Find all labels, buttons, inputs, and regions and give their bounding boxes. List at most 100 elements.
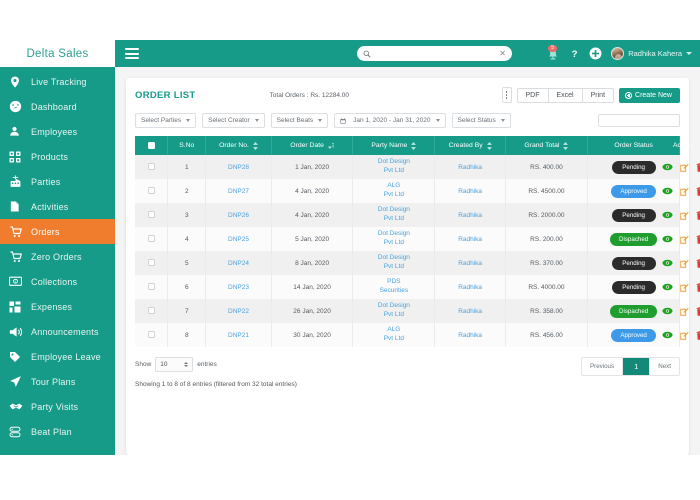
edit-button[interactable] xyxy=(680,211,689,220)
export-pdf-button[interactable]: PDF xyxy=(518,89,549,102)
select-status-dropdown[interactable]: Select Status xyxy=(452,113,511,128)
table-row[interactable]: 1DNP281 Jan, 2020Dot DesignPvt LtdRadhik… xyxy=(135,155,680,179)
select-parties-dropdown[interactable]: Select Parties xyxy=(135,113,196,128)
cell-created-by[interactable]: Radhika xyxy=(435,203,506,227)
delete-button[interactable] xyxy=(696,259,700,268)
cell-party-name[interactable]: PDSSecurities xyxy=(353,275,435,299)
cell-party-name[interactable]: Dot DesignPvt Ltd xyxy=(353,203,435,227)
delete-button[interactable] xyxy=(696,235,700,244)
cell-order-no[interactable]: DNP23 xyxy=(206,275,271,299)
clear-search-icon[interactable]: ✕ xyxy=(499,50,506,58)
delete-button[interactable] xyxy=(696,283,700,292)
sidebar-item-products[interactable]: Products xyxy=(0,144,115,169)
edit-button[interactable] xyxy=(680,331,689,340)
col-created-by[interactable]: Created By xyxy=(435,136,506,155)
cell-order-no[interactable]: DNP21 xyxy=(206,323,271,347)
cell-created-by[interactable]: Radhika xyxy=(435,275,506,299)
sidebar-item-collections[interactable]: 1Collections xyxy=(0,269,115,294)
sidebar-item-beat-plan[interactable]: Beat Plan xyxy=(0,419,115,444)
cell-order-no[interactable]: DNP27 xyxy=(206,179,271,203)
pagination-previous[interactable]: Previous xyxy=(582,358,623,375)
select-beats-dropdown[interactable]: Select Beats xyxy=(271,113,329,128)
delete-button[interactable] xyxy=(696,163,700,172)
sidebar-item-zero-orders[interactable]: Zero Orders xyxy=(0,244,115,269)
sidebar-item-dashboard[interactable]: Dashboard xyxy=(0,94,115,119)
col-select-all[interactable] xyxy=(135,136,168,155)
view-button[interactable] xyxy=(662,259,673,267)
cell-created-by[interactable]: Radhika xyxy=(435,323,506,347)
table-row[interactable]: 3DNP264 Jan, 2020Dot DesignPvt LtdRadhik… xyxy=(135,203,680,227)
sidebar-item-activities[interactable]: Activities xyxy=(0,194,115,219)
delete-button[interactable] xyxy=(696,187,700,196)
global-search[interactable]: ✕ xyxy=(357,46,512,61)
table-row[interactable]: 8DNP2130 Jan, 2020ALGPvt LtdRadhikaRS. 4… xyxy=(135,323,680,347)
create-new-button[interactable]: Create New xyxy=(619,88,680,103)
edit-button[interactable] xyxy=(680,163,689,172)
view-button[interactable] xyxy=(662,235,673,243)
col-grand-total[interactable]: Grand Total xyxy=(506,136,588,155)
row-checkbox[interactable] xyxy=(148,331,155,338)
row-checkbox-cell[interactable] xyxy=(135,323,168,347)
cell-order-no[interactable]: DNP26 xyxy=(206,203,271,227)
row-checkbox[interactable] xyxy=(148,283,155,290)
row-checkbox-cell[interactable] xyxy=(135,203,168,227)
row-checkbox-cell[interactable] xyxy=(135,275,168,299)
row-checkbox[interactable] xyxy=(148,163,155,170)
sidebar-item-expenses[interactable]: Expenses xyxy=(0,294,115,319)
edit-button[interactable] xyxy=(680,235,689,244)
sidebar-item-tour-plans[interactable]: Tour Plans xyxy=(0,369,115,394)
sidebar-item-employee-leave[interactable]: Employee Leave xyxy=(0,344,115,369)
col-party-name[interactable]: Party Name xyxy=(353,136,435,155)
cell-party-name[interactable]: Dot DesignPvt Ltd xyxy=(353,155,435,179)
row-checkbox-cell[interactable] xyxy=(135,155,168,179)
cell-party-name[interactable]: Dot DesignPvt Ltd xyxy=(353,299,435,323)
view-button[interactable] xyxy=(662,331,673,339)
sidebar-item-live-tracking[interactable]: Live Tracking xyxy=(0,69,115,94)
cell-created-by[interactable]: Radhika xyxy=(435,251,506,275)
print-button[interactable]: Print xyxy=(583,89,613,102)
row-checkbox[interactable] xyxy=(148,259,155,266)
cell-party-name[interactable]: ALGPvt Ltd xyxy=(353,323,435,347)
edit-button[interactable] xyxy=(680,283,689,292)
export-excel-button[interactable]: Excel xyxy=(549,89,583,102)
cell-order-no[interactable]: DNP28 xyxy=(206,155,271,179)
delete-button[interactable] xyxy=(696,307,700,316)
delete-button[interactable] xyxy=(696,211,700,220)
brand-logo[interactable]: Delta Sales xyxy=(0,40,115,67)
cell-order-no[interactable]: DNP24 xyxy=(206,251,271,275)
edit-button[interactable] xyxy=(680,187,689,196)
sidebar-item-parties[interactable]: Parties xyxy=(0,169,115,194)
sidebar-item-employees[interactable]: Employees xyxy=(0,119,115,144)
col-order-date[interactable]: Order Date xyxy=(271,136,353,155)
table-row[interactable]: 4DNP255 Jan, 2020Dot DesignPvt LtdRadhik… xyxy=(135,227,680,251)
select-all-checkbox[interactable] xyxy=(148,142,155,149)
hamburger-icon[interactable] xyxy=(125,46,139,62)
cell-created-by[interactable]: Radhika xyxy=(435,227,506,251)
sidebar-item-party-visits[interactable]: Party Visits xyxy=(0,394,115,419)
table-row[interactable]: 7DNP2226 Jan, 2020Dot DesignPvt LtdRadhi… xyxy=(135,299,680,323)
cell-created-by[interactable]: Radhika xyxy=(435,155,506,179)
col-sno[interactable]: S.No xyxy=(168,136,206,155)
user-menu[interactable]: Radhika Kahera xyxy=(611,47,692,60)
cell-created-by[interactable]: Radhika xyxy=(435,179,506,203)
col-order-no[interactable]: Order No. xyxy=(206,136,271,155)
cell-order-no[interactable]: DNP25 xyxy=(206,227,271,251)
cell-party-name[interactable]: Dot DesignPvt Ltd xyxy=(353,227,435,251)
view-button[interactable] xyxy=(662,307,673,315)
date-range-picker[interactable]: Jan 1, 2020 - Jan 31, 2020 xyxy=(334,113,445,128)
edit-button[interactable] xyxy=(680,259,689,268)
stepper-icon[interactable] xyxy=(184,362,188,367)
row-checkbox-cell[interactable] xyxy=(135,299,168,323)
cell-party-name[interactable]: ALGPvt Ltd xyxy=(353,179,435,203)
row-checkbox[interactable] xyxy=(148,307,155,314)
row-checkbox[interactable] xyxy=(148,211,155,218)
entries-per-page-input[interactable]: 10 xyxy=(155,357,193,372)
sidebar-item-orders[interactable]: Orders xyxy=(0,219,115,244)
notifications-button[interactable]: 5 xyxy=(546,46,560,62)
row-checkbox[interactable] xyxy=(148,235,155,242)
cell-order-no[interactable]: DNP22 xyxy=(206,299,271,323)
row-checkbox[interactable] xyxy=(148,187,155,194)
view-button[interactable] xyxy=(662,187,673,195)
table-search-input[interactable] xyxy=(598,114,680,127)
pagination-page-1[interactable]: 1 xyxy=(623,358,650,375)
